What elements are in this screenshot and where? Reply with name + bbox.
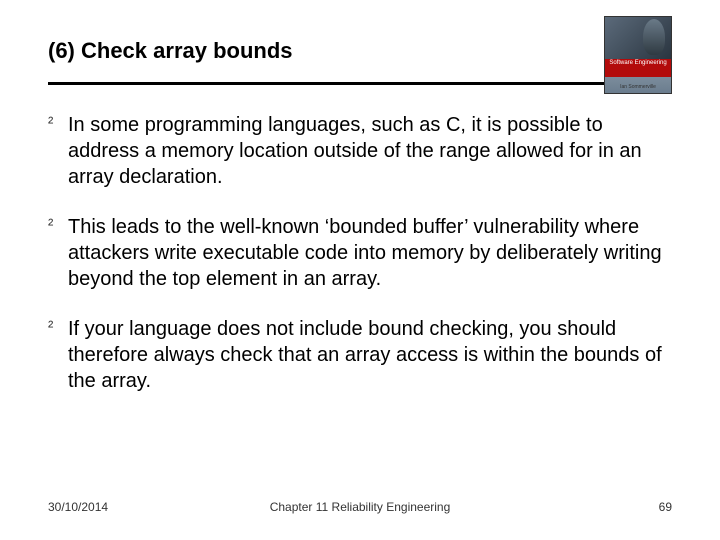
book-cover-author: Ian Sommerville	[605, 84, 671, 90]
bullet-item: ² If your language does not include boun…	[48, 316, 670, 394]
bullet-icon: ²	[48, 214, 68, 238]
book-cover-building	[643, 19, 665, 55]
book-cover-image: Software Engineering Ian Sommerville	[604, 16, 672, 94]
bullet-icon: ²	[48, 316, 68, 340]
slide-footer: 30/10/2014 Chapter 11 Reliability Engine…	[0, 500, 720, 514]
bullet-item: ² In some programming languages, such as…	[48, 112, 670, 190]
footer-date: 30/10/2014	[48, 500, 108, 514]
bullet-icon: ²	[48, 112, 68, 136]
slide-body: ² In some programming languages, such as…	[0, 64, 720, 394]
book-cover-title-stripe: Software Engineering	[605, 59, 671, 77]
bullet-item: ² This leads to the well-known ‘bounded …	[48, 214, 670, 292]
bullet-text: In some programming languages, such as C…	[68, 112, 670, 190]
slide-title: (6) Check array bounds	[48, 38, 672, 64]
bullet-text: If your language does not include bound …	[68, 316, 670, 394]
bullet-text: This leads to the well-known ‘bounded bu…	[68, 214, 670, 292]
slide: (6) Check array bounds Software Engineer…	[0, 0, 720, 540]
footer-page-number: 69	[659, 500, 672, 514]
title-divider	[48, 82, 672, 85]
